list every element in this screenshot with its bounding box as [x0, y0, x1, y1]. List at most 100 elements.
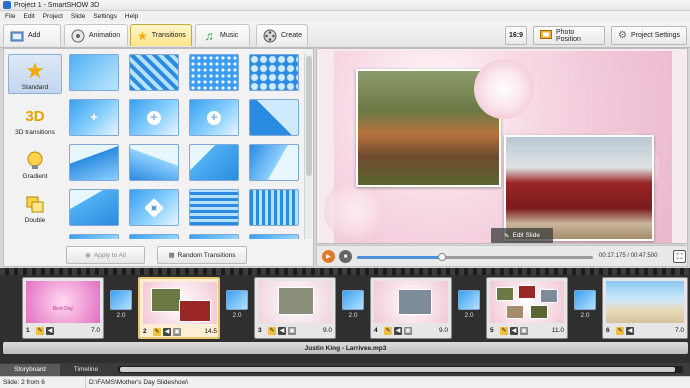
edit-slide-button[interactable]: ✎ Edit Slide	[491, 228, 553, 243]
tab-music[interactable]: ♫ Music	[195, 24, 250, 46]
transition-thumb[interactable]: ✚	[129, 189, 179, 226]
seek-bar[interactable]	[357, 253, 593, 261]
storyboard-scrollbar[interactable]	[118, 366, 683, 373]
slide-info: 6 ✎ ◀ 7.0	[606, 326, 684, 335]
project-path: D:\FAMS\Mother's Day Slideshow\	[89, 379, 189, 386]
transition-thumbnail	[574, 290, 596, 310]
slide-info: 2 ✎ ◀ ▣ 14.5	[143, 327, 217, 336]
storyboard-transition-4[interactable]: 2.0	[458, 290, 480, 320]
sound-icon[interactable]: ◀	[510, 326, 518, 335]
transition-thumb[interactable]	[249, 234, 299, 239]
storyboard-slide-4[interactable]: 4 ✎ ◀ ▣ 9.0	[370, 277, 452, 339]
apply-to-all-button[interactable]: ◉ Apply to All	[66, 246, 145, 264]
random-transitions-button[interactable]: ▦ Random Transitions	[157, 246, 247, 264]
storyboard-transition-1[interactable]: 2.0	[110, 290, 132, 320]
audio-track[interactable]: Justin King - Larrivee.mp3	[3, 342, 688, 354]
transition-marker-icon: ✚	[90, 113, 98, 122]
stop-button[interactable]: ■	[339, 250, 352, 263]
scrollbar-thumb[interactable]	[120, 367, 675, 372]
pencil-icon[interactable]: ✎	[384, 326, 392, 335]
sound-icon[interactable]: ◀	[163, 327, 171, 336]
menu-settings[interactable]: Settings	[93, 13, 117, 20]
effect-icon[interactable]: ▣	[404, 326, 412, 335]
menu-help[interactable]: Help	[125, 13, 138, 20]
pencil-icon[interactable]: ✎	[268, 326, 276, 335]
scrollbar-thumb[interactable]	[306, 56, 312, 176]
transition-thumb[interactable]	[249, 54, 299, 91]
category-3d-transitions[interactable]: 3D 3D transitions	[8, 98, 62, 138]
project-settings-button[interactable]: ⚙ Project Settings	[611, 26, 687, 45]
pencil-icon: ✎	[504, 232, 510, 240]
transition-thumb[interactable]	[249, 189, 299, 226]
category-standard[interactable]: ★ Standard	[8, 54, 62, 94]
transition-thumb[interactable]	[69, 234, 119, 239]
category-double[interactable]: Double	[8, 186, 62, 226]
transition-thumb[interactable]	[249, 144, 299, 181]
storyboard-slide-6[interactable]: 6 ✎ ◀ 7.0	[602, 277, 688, 339]
slide-thumbnail	[258, 281, 332, 323]
transition-thumb[interactable]: ✚	[69, 99, 119, 136]
tab-timeline[interactable]: Timeline	[60, 364, 112, 376]
sound-icon[interactable]: ◀	[394, 326, 402, 335]
seek-progress	[357, 256, 442, 259]
transition-thumb[interactable]	[129, 144, 179, 181]
storyboard-slide-2[interactable]: 2 ✎ ◀ ▣ 14.5	[138, 277, 220, 339]
sound-icon[interactable]: ◀	[626, 326, 634, 335]
storyboard-transition-3[interactable]: 2.0	[342, 290, 364, 320]
star-icon: ★	[137, 28, 148, 43]
rose-decoration	[324, 181, 384, 241]
storyboard-transition-2[interactable]: 2.0	[226, 290, 248, 320]
circle-marker-icon: ✛	[147, 110, 161, 125]
film-strip-decoration	[0, 268, 690, 275]
storyboard-slide-5[interactable]: 5 ✎ ◀ ▣ 11.0	[486, 277, 568, 339]
transition-thumb[interactable]	[69, 54, 119, 91]
transition-thumb[interactable]	[189, 54, 239, 91]
transition-thumb[interactable]	[189, 189, 239, 226]
menu-slide[interactable]: Slide	[71, 13, 85, 20]
effect-icon[interactable]: ▣	[288, 326, 296, 335]
tab-animation[interactable]: Animation	[64, 24, 128, 46]
effect-icon[interactable]: ▣	[173, 327, 181, 336]
sound-icon[interactable]: ◀	[278, 326, 286, 335]
transition-thumb[interactable]	[189, 234, 239, 239]
transitions-scrollbar[interactable]	[304, 54, 312, 239]
menu-bar: File Edit Project Slide Settings Help	[0, 11, 690, 22]
gear-icon: ⚙	[618, 30, 627, 41]
menu-file[interactable]: File	[5, 13, 15, 20]
transition-thumb[interactable]: ✛	[129, 99, 179, 136]
aspect-ratio-button[interactable]: 16:9	[505, 26, 527, 45]
seek-handle[interactable]	[437, 253, 446, 261]
effect-icon[interactable]: ▣	[520, 326, 528, 335]
transition-thumb[interactable]	[129, 54, 179, 91]
transition-thumb[interactable]	[189, 144, 239, 181]
circle-marker-icon: ✛	[207, 110, 221, 125]
storyboard-slide-3[interactable]: 3 ✎ ◀ ▣ 9.0	[254, 277, 336, 339]
slide-info: 4 ✎ ◀ ▣ 9.0	[374, 326, 448, 335]
transition-thumb[interactable]	[249, 99, 299, 136]
transition-thumb[interactable]: ✛	[189, 99, 239, 136]
transition-thumb[interactable]	[69, 144, 119, 181]
slide-thumbnail: Best Day	[26, 281, 100, 323]
transition-thumb[interactable]	[69, 189, 119, 226]
app-icon	[3, 1, 11, 9]
tab-create[interactable]: Create	[256, 24, 308, 46]
menu-edit[interactable]: Edit	[23, 13, 34, 20]
tab-add[interactable]: Add	[3, 24, 61, 46]
storyboard-transition-5[interactable]: 2.0	[574, 290, 596, 320]
transition-thumb[interactable]	[129, 234, 179, 239]
tab-transitions[interactable]: ★ Transitions	[130, 24, 192, 46]
pencil-icon[interactable]: ✎	[500, 326, 508, 335]
menu-project[interactable]: Project	[43, 13, 63, 20]
photo-position-button[interactable]: Photo Position	[533, 26, 605, 45]
pencil-icon[interactable]: ✎	[153, 327, 161, 336]
star-icon: ★	[25, 58, 45, 83]
sound-icon[interactable]: ◀	[46, 326, 54, 335]
fullscreen-icon[interactable]: ⛶	[673, 250, 686, 263]
play-button[interactable]: ▶	[322, 250, 335, 263]
storyboard-slide-1[interactable]: Best Day 1 ✎ ◀ 7.0	[22, 277, 104, 339]
category-gradient[interactable]: Gradient	[8, 142, 62, 182]
pencil-icon[interactable]: ✎	[36, 326, 44, 335]
pencil-icon[interactable]: ✎	[616, 326, 624, 335]
tab-storyboard[interactable]: Storyboard	[0, 363, 60, 376]
slide-preview[interactable]: ✎ Edit Slide	[316, 48, 688, 244]
